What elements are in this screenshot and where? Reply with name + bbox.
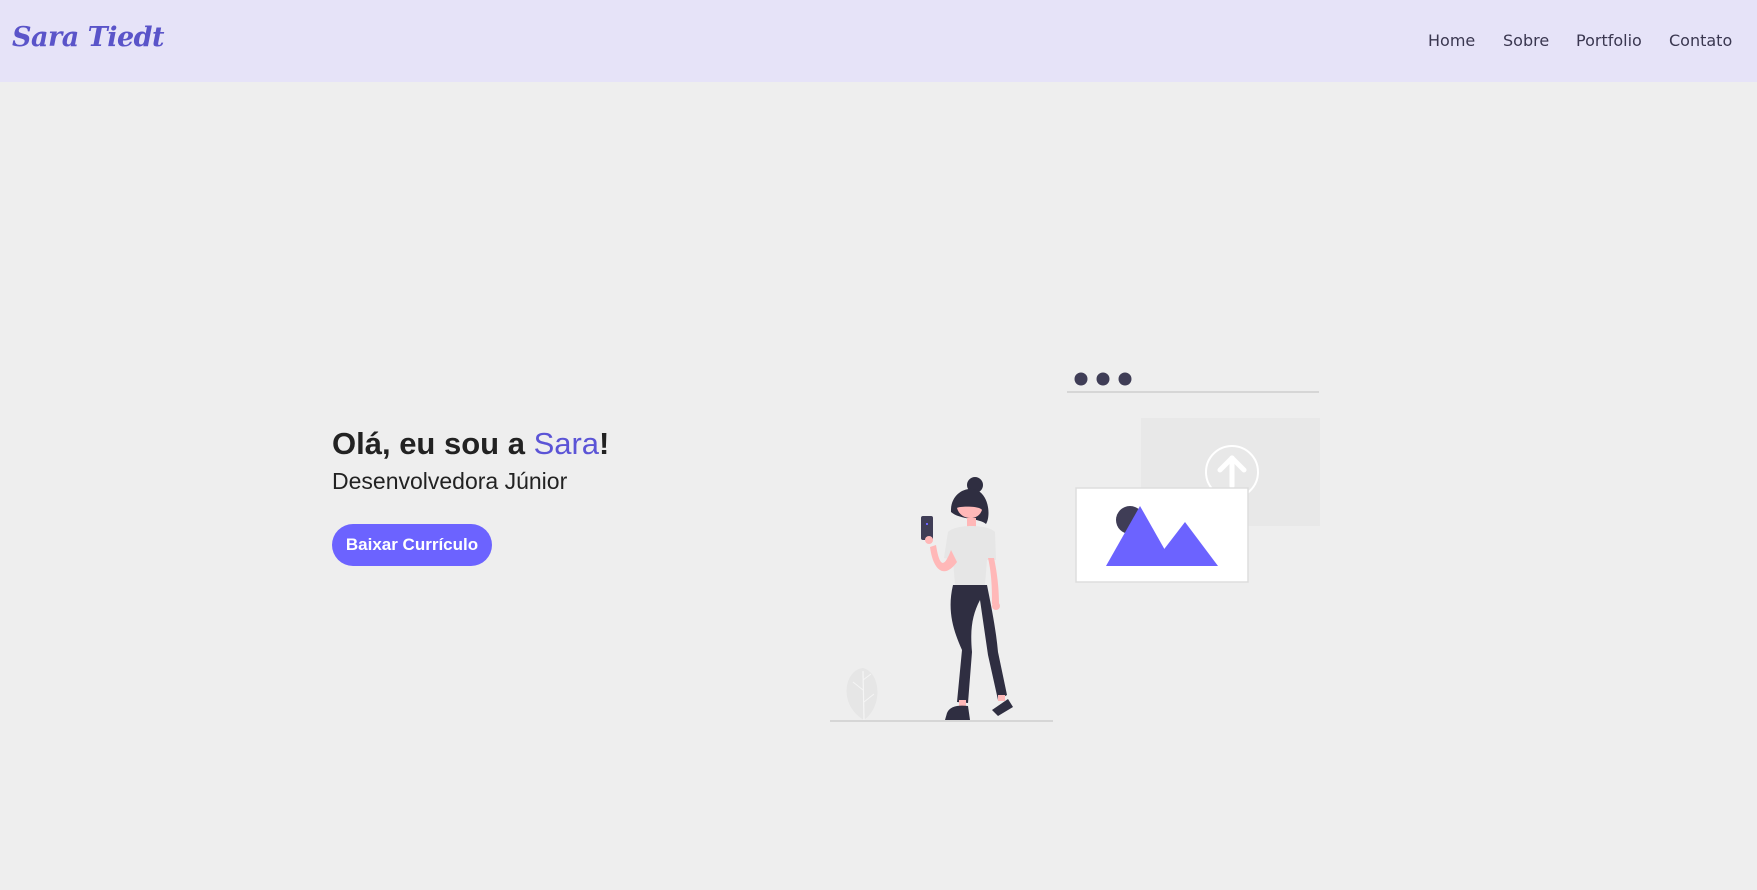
image-placeholder-icon [1075, 487, 1249, 583]
window-dots-icon [1074, 372, 1132, 386]
download-resume-button[interactable]: Baixar Currículo [332, 524, 492, 566]
site-logo[interactable]: Sara Tiedt [12, 22, 165, 53]
woman-figure [921, 477, 1013, 720]
hero-subtitle: Desenvolvedora Júnior [332, 468, 568, 494]
nav-link-sobre[interactable]: Sobre [1503, 31, 1549, 50]
nav-link-home[interactable]: Home [1428, 31, 1475, 50]
nav-link-contato[interactable]: Contato [1669, 31, 1732, 50]
hero-text: Olá, eu sou a Sara! Desenvolvedora Júnio… [332, 426, 609, 495]
hero-illustration [830, 372, 1320, 722]
hero-title: Olá, eu sou a Sara! [332, 426, 609, 462]
hero-title-suffix: ! [599, 426, 610, 461]
hero-title-prefix: Olá, eu sou a [332, 426, 534, 461]
nav-link-portfolio[interactable]: Portfolio [1576, 31, 1642, 50]
site-header: Sara Tiedt Home Sobre Portfolio Contato [0, 0, 1757, 82]
leaf-icon [846, 668, 878, 721]
hero-title-name: Sara [533, 426, 600, 461]
